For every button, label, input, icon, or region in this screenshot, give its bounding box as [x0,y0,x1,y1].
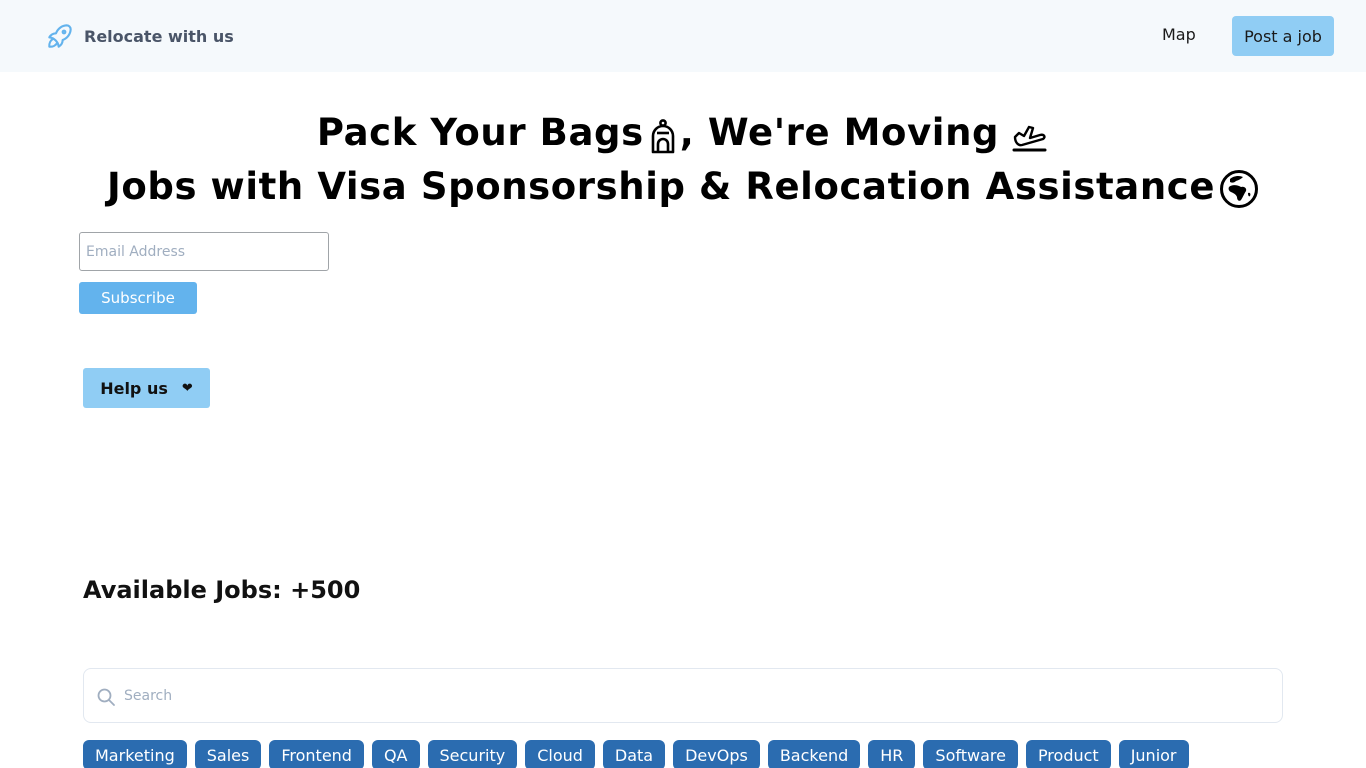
tag-qa[interactable]: QA [371,740,420,768]
backpack-icon [651,119,675,154]
tag-devops[interactable]: DevOps [673,740,760,768]
help-us-label: Help us [100,378,168,398]
tag-junior[interactable]: Junior [1118,740,1189,768]
search-box [83,668,1283,723]
rocket-icon [48,24,72,48]
help-us-button[interactable]: Help us ❤ [83,368,210,408]
tag-cloud[interactable]: Cloud [525,740,595,768]
tag-software[interactable]: Software [923,740,1018,768]
hero: Pack Your Bags , We're Moving Jobs with … [0,106,1366,214]
brand-name: Relocate with us [84,26,234,46]
hero-title-part-1: Pack Your Bags [316,111,644,154]
tag-backend[interactable]: Backend [767,740,861,768]
email-input[interactable] [79,232,329,271]
tag-sales[interactable]: Sales [194,740,262,768]
post-job-button[interactable]: Post a job [1232,16,1334,56]
nav-link-map[interactable]: Map [1162,25,1196,44]
hero-title-line-1: Pack Your Bags , We're Moving [0,106,1366,160]
tag-data[interactable]: Data [602,740,666,768]
tag-hr[interactable]: HR [868,740,916,768]
tag-marketing[interactable]: Marketing [83,740,187,768]
navbar: Relocate with us Map Post a job [0,0,1366,72]
search-icon [97,688,115,706]
hero-title-line-2: Jobs with Visa Sponsorship & Relocation … [0,160,1366,214]
hero-title-part-2: , We're Moving [679,111,1000,154]
category-tags: Marketing Sales Frontend QA Security Clo… [83,740,1189,768]
subscribe-button[interactable]: Subscribe [79,282,197,314]
globe-africa-icon [1220,170,1259,208]
airplane-departure-icon [1012,125,1047,152]
available-jobs-heading: Available Jobs: +500 [83,576,361,604]
brand-link[interactable]: Relocate with us [44,20,234,52]
tag-frontend[interactable]: Frontend [269,740,364,768]
tag-product[interactable]: Product [1025,740,1111,768]
heart-icon: ❤ [181,380,193,396]
search-input[interactable] [124,669,1264,722]
tag-security[interactable]: Security [427,740,518,768]
hero-subtitle: Jobs with Visa Sponsorship & Relocation … [106,165,1216,208]
